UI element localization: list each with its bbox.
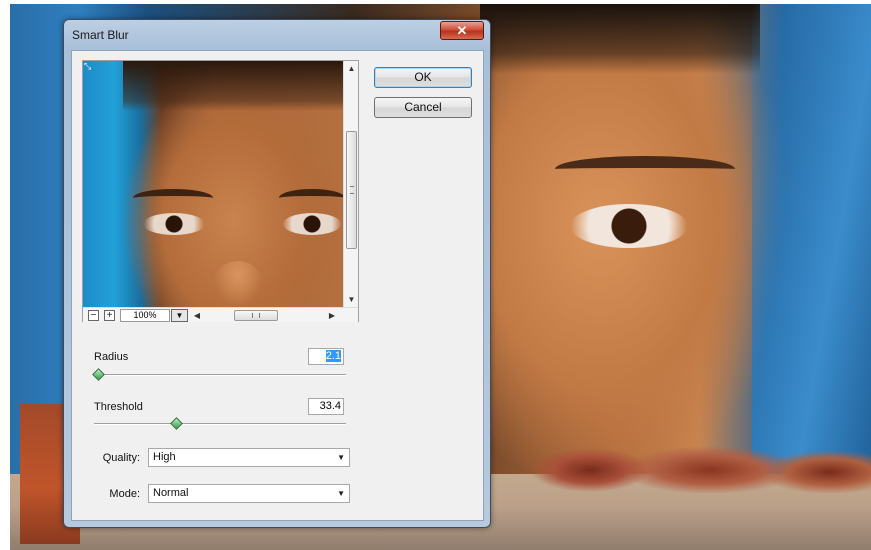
radius-label: Radius (94, 351, 129, 363)
threshold-slider-thumb[interactable] (170, 417, 184, 430)
radius-slider-thumb[interactable] (92, 368, 105, 381)
cancel-button[interactable]: Cancel (374, 97, 472, 118)
scroll-right-arrow-icon[interactable]: ▶ (326, 309, 338, 322)
threshold-value-field[interactable]: 33.4 (308, 398, 344, 415)
preview-nose (213, 261, 263, 307)
vertical-scroll-thumb[interactable] (346, 131, 357, 249)
radius-slider-track[interactable] (94, 374, 346, 376)
scroll-up-arrow-icon[interactable]: ▲ (344, 61, 359, 76)
photo-fingers (530, 444, 871, 496)
ok-button[interactable]: OK (374, 67, 472, 88)
photo-scarf (752, 4, 871, 474)
preview-right-eyebrow (279, 189, 345, 207)
preview-toolbar: − + 100% ▼ ◀ ▶ (83, 307, 358, 322)
close-icon: ✕ (456, 23, 468, 38)
quality-label: Quality: (102, 452, 140, 464)
threshold-label: Threshold (94, 401, 143, 413)
preview-hair (123, 61, 343, 111)
quality-select[interactable]: High ▼ (148, 448, 350, 467)
preview-pane[interactable]: ⤡ ▲ ▼ − + 100% ▼ ◀ ▶ (82, 60, 359, 322)
photo-eyebrow (555, 156, 735, 182)
dialog-client-area: ⤡ ▲ ▼ − + 100% ▼ ◀ ▶ OK Cancel Radius 2.… (71, 50, 484, 521)
chevron-down-icon: ▼ (337, 489, 345, 498)
zoom-in-icon: + (106, 310, 113, 321)
scroll-down-arrow-icon[interactable]: ▼ (344, 292, 359, 307)
zoom-dropdown-button[interactable]: ▼ (171, 309, 188, 322)
preview-image[interactable]: ⤡ (83, 61, 345, 307)
grip-icon (350, 186, 354, 194)
dialog-titlebar[interactable]: Smart Blur ✕ (64, 20, 490, 50)
radius-value-text: 2.1 (325, 350, 341, 362)
horizontal-scroll-thumb[interactable] (234, 310, 278, 321)
photo-hair (480, 4, 760, 74)
threshold-value-text: 33.4 (319, 400, 341, 412)
resize-corner-icon: ⤡ (84, 61, 92, 71)
grip-icon (252, 313, 260, 318)
preview-left-eye (143, 213, 205, 235)
photo-eye (570, 204, 688, 248)
smart-blur-dialog: Smart Blur ✕ ⤡ ▲ ▼ − + 100% ▼ ◀ ▶ OK Can… (63, 19, 491, 528)
threshold-slider-track[interactable] (94, 423, 346, 425)
radius-value-field[interactable]: 2.1 (308, 348, 344, 365)
zoom-out-icon: − (90, 310, 97, 321)
mode-select[interactable]: Normal ▼ (148, 484, 350, 503)
preview-right-eye (283, 213, 341, 235)
zoom-out-button[interactable]: − (88, 310, 99, 321)
dialog-title: Smart Blur (72, 28, 129, 42)
preview-left-eyebrow (133, 189, 213, 207)
chevron-down-icon: ▼ (175, 311, 184, 320)
scroll-left-arrow-icon[interactable]: ◀ (191, 309, 203, 322)
zoom-level-field[interactable]: 100% (120, 309, 170, 322)
preview-vertical-scrollbar[interactable]: ▲ ▼ (343, 61, 358, 307)
mode-select-value: Normal (153, 487, 189, 499)
mode-label: Mode: (109, 488, 140, 500)
zoom-in-button[interactable]: + (104, 310, 115, 321)
quality-select-value: High (153, 451, 176, 463)
chevron-down-icon: ▼ (337, 453, 345, 462)
close-button[interactable]: ✕ (440, 21, 484, 40)
